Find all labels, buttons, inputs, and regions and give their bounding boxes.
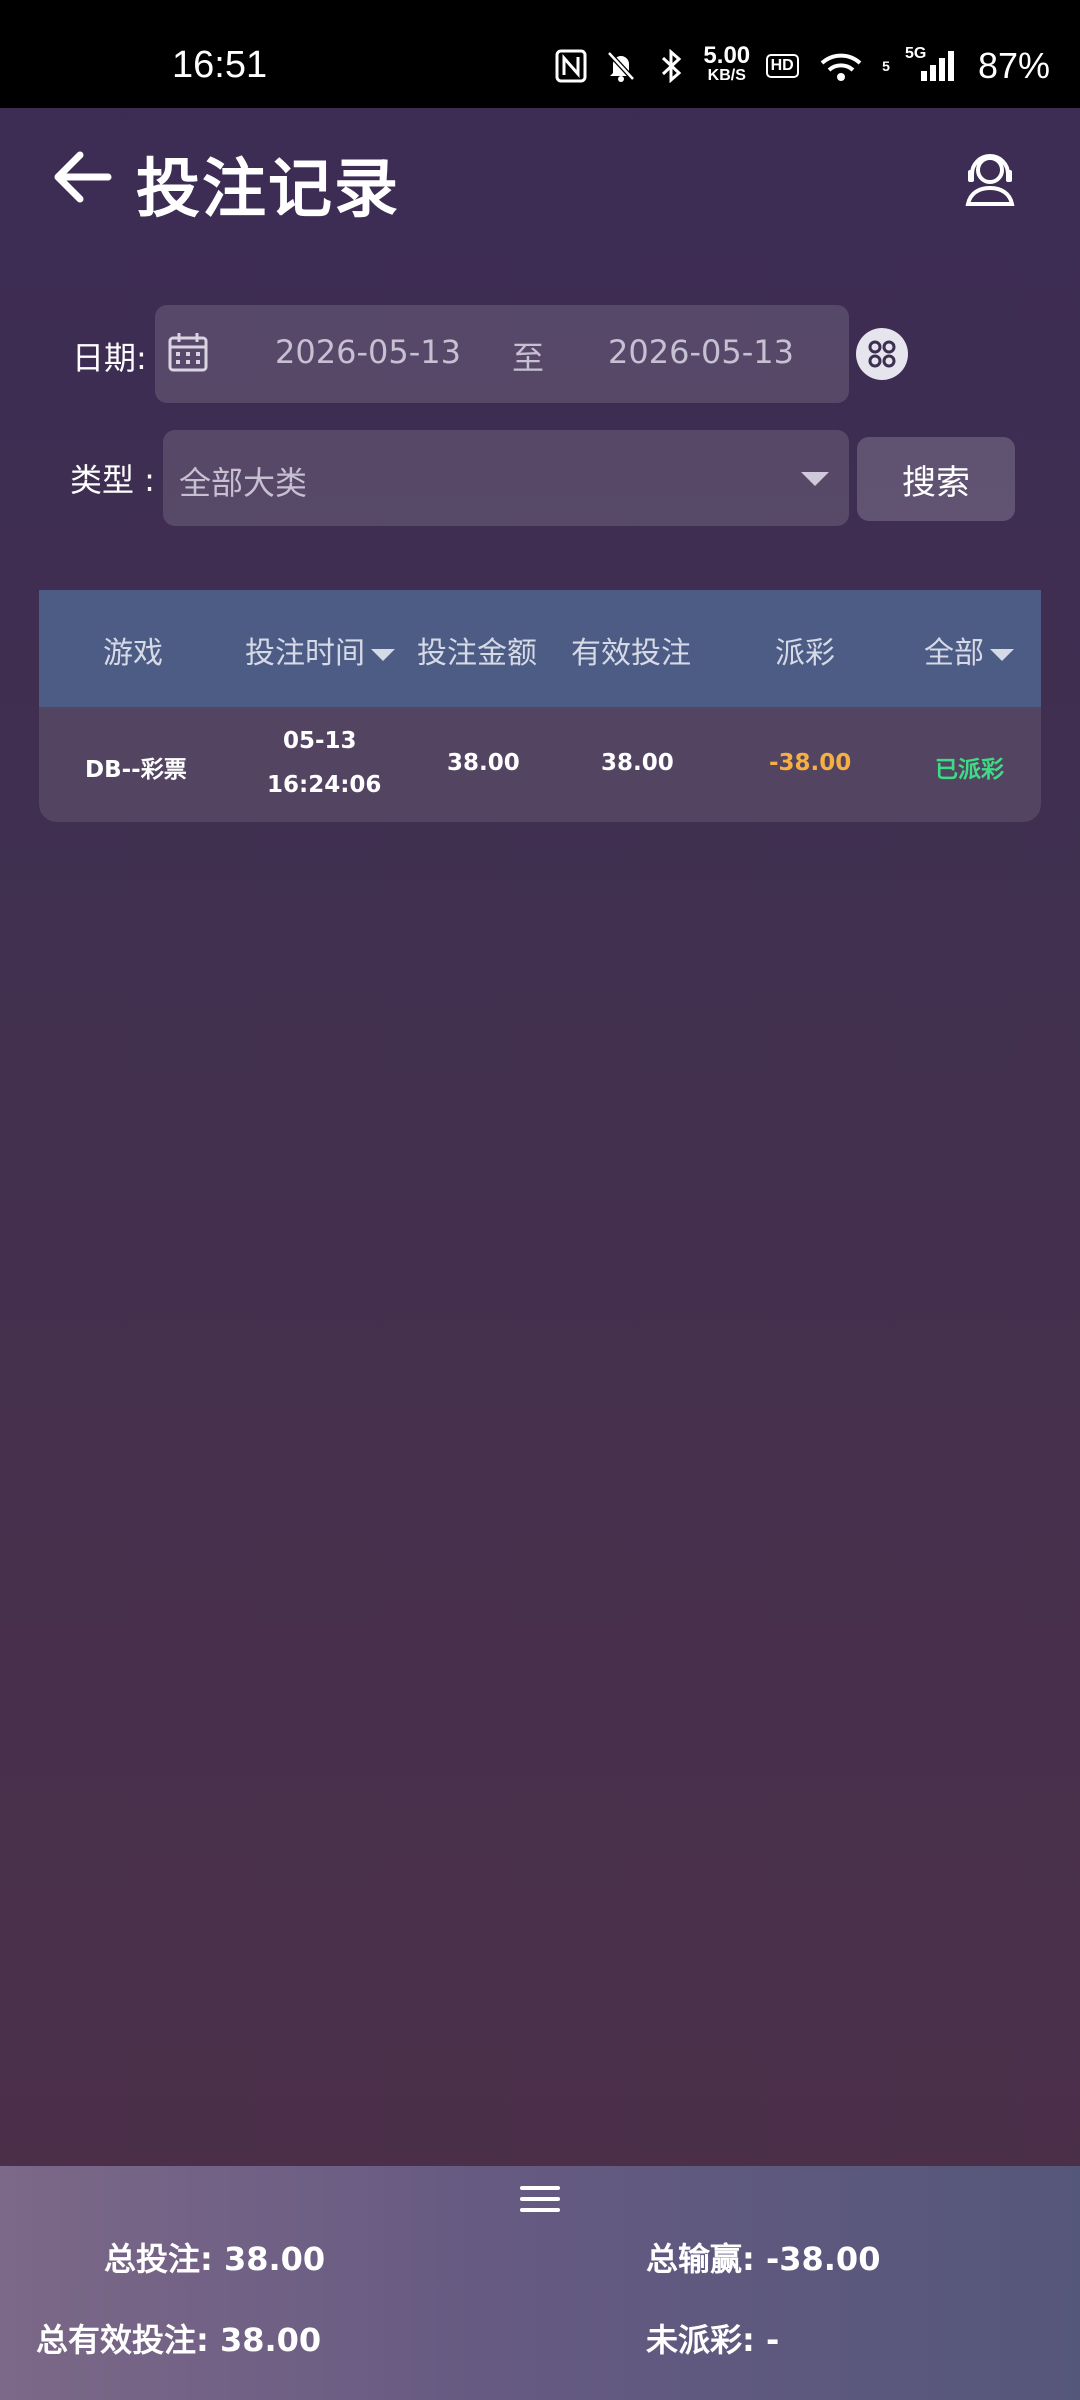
status-bar: 16:51 5.00 KB/S HD 5 5G 87% (0, 0, 1080, 108)
type-select-value: 全部大类 (179, 464, 308, 502)
type-select[interactable]: 全部大类 (163, 430, 849, 526)
quick-date-button[interactable] (856, 328, 908, 380)
wifi-icon (814, 48, 868, 84)
grid-dots-icon (868, 340, 896, 368)
chevron-down-icon (990, 648, 1014, 661)
total-bet: 总投注: 38.00 (104, 2240, 326, 2278)
chevron-down-icon (801, 472, 829, 486)
sort-down-icon (371, 648, 395, 661)
status-icons: 5.00 KB/S HD 5 5G 87% (553, 36, 1050, 96)
bell-muted-icon (603, 48, 639, 84)
row-date: 05-13 (283, 728, 357, 754)
date-separator: 至 (512, 339, 545, 377)
unsettled: 未派彩: - (646, 2321, 780, 2359)
row-game: DB--彩票 (85, 757, 187, 783)
summary-panel: 总投注: 38.00 总输赢: -38.00 总有效投注: 38.00 未派彩:… (0, 2166, 1080, 2400)
type-label: 类型 : (70, 461, 155, 499)
battery-level: 87% (977, 45, 1050, 86)
date-label: 日期: (72, 339, 147, 377)
search-button[interactable]: 搜索 (857, 437, 1015, 521)
hd-icon: HD (764, 48, 800, 84)
bet-records-table: 游戏 投注时间 投注金额 有效投注 派彩 全部 DB--彩票 05-13 16:… (39, 590, 1041, 822)
status-time: 16:51 (172, 44, 268, 86)
row-time: 16:24:06 (267, 772, 382, 798)
total-valid-bet: 总有效投注: 38.00 (36, 2321, 322, 2359)
back-arrow-icon[interactable] (50, 145, 114, 209)
total-winloss: 总输赢: -38.00 (646, 2240, 881, 2278)
customer-service-icon[interactable] (960, 148, 1020, 208)
nfc-icon (553, 48, 589, 84)
row-payout: -38.00 (769, 750, 852, 776)
page-title: 投注记录 (136, 153, 400, 227)
col-status-filter[interactable]: 全部 (924, 628, 1014, 672)
col-bet-amount: 投注金额 (417, 636, 537, 671)
cellular-signal-icon: 5G (904, 45, 958, 84)
date-range-picker[interactable]: 2026-05-13 至 2026-05-13 (155, 305, 849, 403)
row-valid: 38.00 (601, 750, 674, 776)
row-status: 已派彩 (935, 757, 1004, 783)
table-header: 游戏 投注时间 投注金额 有效投注 派彩 全部 (39, 590, 1041, 707)
row-amount: 38.00 (447, 750, 520, 776)
date-from-field[interactable]: 2026-05-13 (275, 333, 461, 371)
wifi-band: 5 (882, 58, 890, 74)
col-valid-bet: 有效投注 (571, 636, 691, 671)
calendar-icon (167, 331, 209, 373)
bluetooth-icon (653, 48, 689, 84)
col-bet-time[interactable]: 投注时间 (245, 628, 395, 672)
date-to-field[interactable]: 2026-05-13 (608, 333, 794, 371)
col-payout: 派彩 (775, 636, 835, 671)
menu-icon[interactable] (520, 2182, 560, 2216)
col-game: 游戏 (103, 636, 163, 671)
net-speed: 5.00 KB/S (703, 42, 751, 85)
